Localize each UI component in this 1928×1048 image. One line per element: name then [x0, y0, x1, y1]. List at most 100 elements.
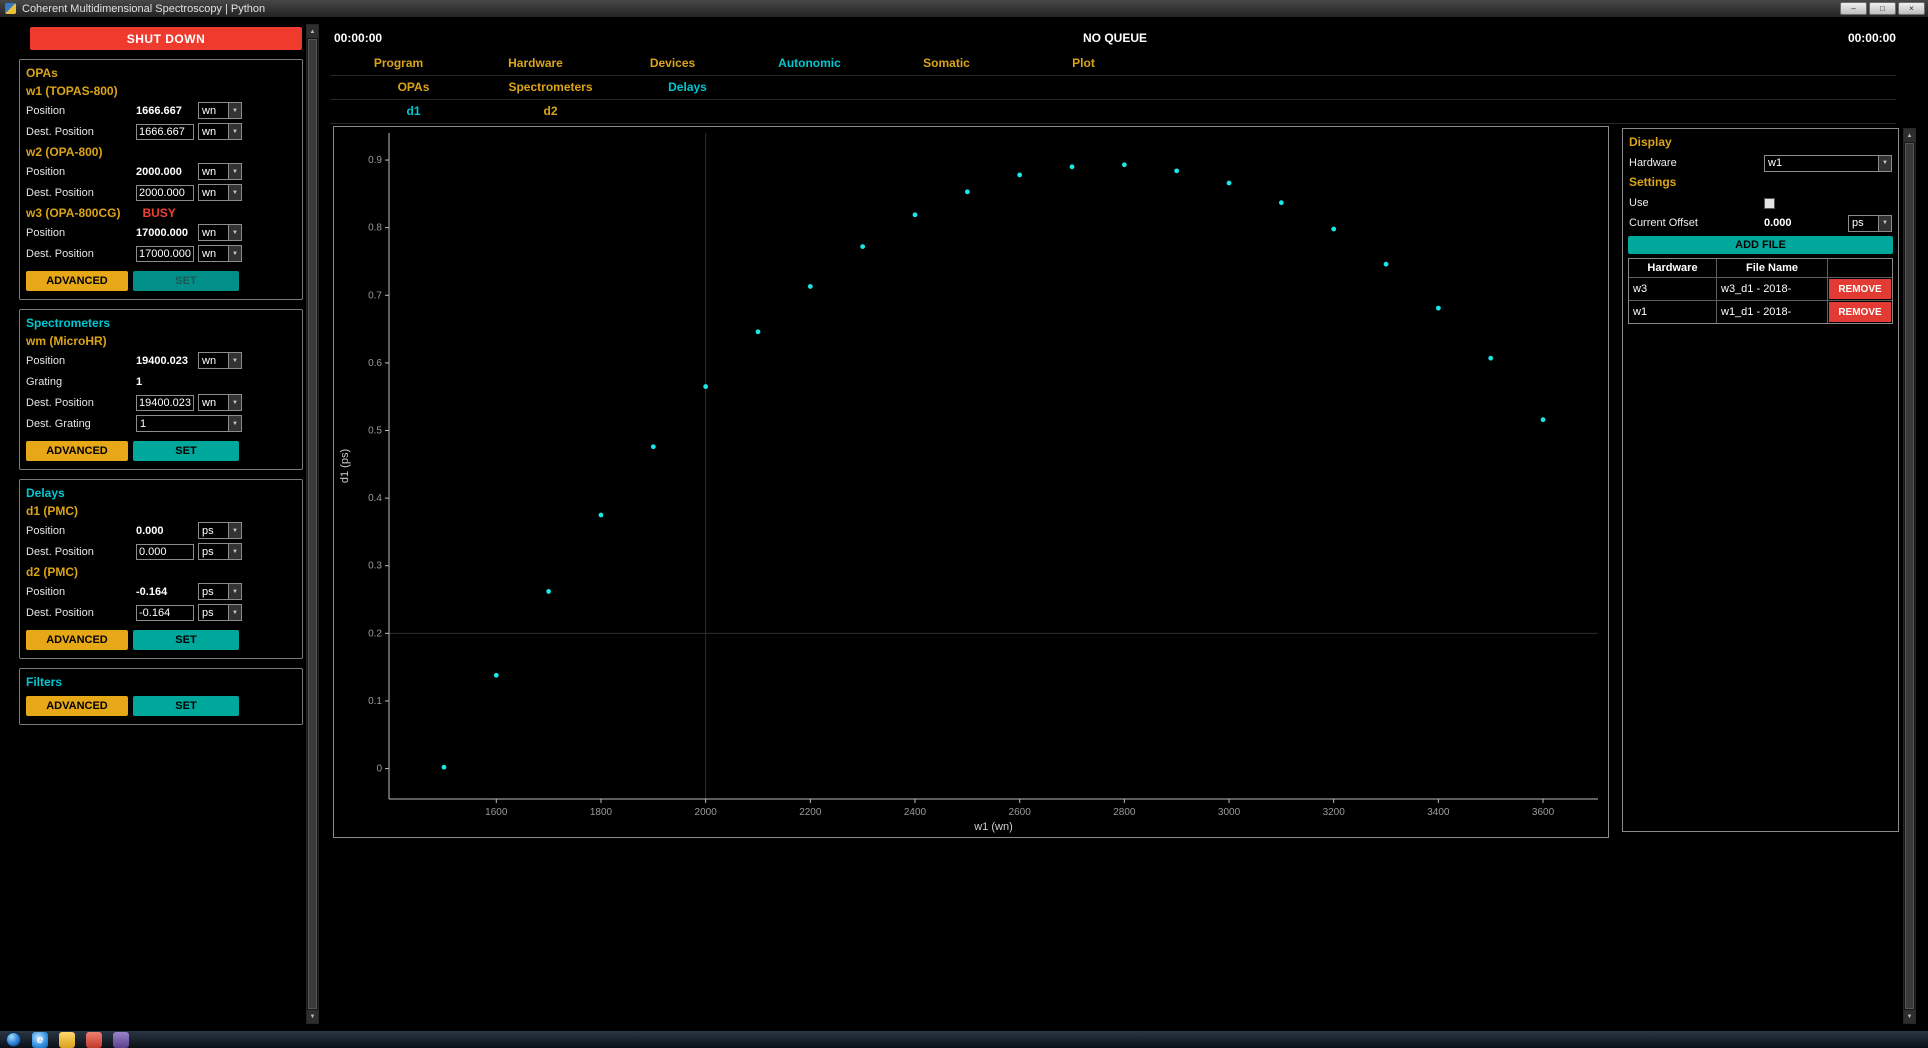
scroll-up-icon[interactable]: ▲	[1904, 129, 1915, 142]
tab-program[interactable]: Program	[330, 52, 467, 75]
x-tick-label: 3400	[1427, 807, 1450, 818]
unit-select-value: ps	[199, 544, 228, 559]
set-button-delays[interactable]: SET	[133, 630, 239, 650]
maximize-button[interactable]: □	[1869, 2, 1896, 15]
unit-select[interactable]: wn▼	[198, 184, 242, 201]
chevron-down-icon: ▼	[228, 246, 241, 261]
windows-explorer-icon[interactable]	[59, 1032, 75, 1048]
unit-select[interactable]: wn▼	[198, 352, 242, 369]
scrollbar-thumb[interactable]	[1905, 143, 1914, 1009]
field-row-d1-pmc-dest-position: Dest. Positionps▼	[26, 541, 296, 562]
scroll-down-icon[interactable]: ▼	[1904, 1010, 1915, 1023]
internet-explorer-icon[interactable]: e	[32, 1032, 48, 1048]
unit-select[interactable]: wn▼	[198, 123, 242, 140]
data-point	[1541, 417, 1546, 422]
unit-select[interactable]: wn▼	[198, 163, 242, 180]
panel-filters: FiltersADVANCEDSET	[19, 668, 303, 725]
unit-select-value: ps	[199, 584, 228, 599]
data-point	[1070, 164, 1075, 169]
x-tick-label: 3200	[1323, 807, 1346, 818]
start-button[interactable]	[6, 1032, 21, 1047]
current-offset-row: Current Offset 0.000 ps ▼	[1623, 213, 1898, 233]
add-file-button[interactable]: ADD FILE	[1628, 236, 1893, 254]
tab-somatic[interactable]: Somatic	[878, 52, 1015, 75]
data-point	[1331, 227, 1336, 232]
hardware-select-value: w1	[1765, 156, 1878, 171]
hardware-name-d1-pmc: d1 (PMC)	[26, 504, 296, 518]
tab-autonomic[interactable]: Autonomic	[741, 52, 878, 75]
field-input[interactable]	[136, 395, 194, 411]
field-select[interactable]: 1▼	[136, 415, 242, 432]
set-button-spectrometers[interactable]: SET	[133, 441, 239, 461]
data-point	[1436, 306, 1441, 311]
busy-status: BUSY	[142, 206, 175, 220]
tab-spectrometers[interactable]: Spectrometers	[482, 76, 619, 99]
media-app-icon[interactable]	[86, 1032, 102, 1048]
use-label: Use	[1629, 197, 1764, 209]
chevron-down-icon: ▼	[1878, 156, 1891, 171]
advanced-button-spectrometers[interactable]: ADVANCED	[26, 441, 128, 461]
main-scrollbar[interactable]: ▲ ▼	[1903, 128, 1916, 1024]
chevron-down-icon: ▼	[228, 416, 241, 431]
field-input[interactable]	[136, 605, 194, 621]
unit-select-value: wn	[199, 164, 228, 179]
chevron-down-icon: ▼	[228, 544, 241, 559]
remove-button[interactable]: REMOVE	[1829, 279, 1891, 299]
panel-opas: OPAsw1 (TOPAS-800)Position1666.667wn▼Des…	[19, 59, 303, 300]
field-row-w2-opa-800-dest-position: Dest. Positionwn▼	[26, 182, 296, 203]
tab-delays[interactable]: Delays	[619, 76, 756, 99]
hardware-label: Hardware	[1629, 157, 1764, 169]
scatter-plot[interactable]: 1600180020002200240026002800300032003400…	[334, 127, 1608, 837]
advanced-button-delays[interactable]: ADVANCED	[26, 630, 128, 650]
y-tick-label: 0.8	[368, 223, 382, 234]
advanced-button-opas[interactable]: ADVANCED	[26, 271, 128, 291]
field-row-d2-pmc-position: Position-0.164ps▼	[26, 581, 296, 602]
field-value: 17000.000	[136, 227, 198, 239]
offset-file-table: Hardware File Name w3w3_d1 - 2018-REMOVE…	[1628, 258, 1893, 324]
hardware-select[interactable]: w1 ▼	[1764, 155, 1892, 172]
unit-select[interactable]: wn▼	[198, 394, 242, 411]
chevron-down-icon: ▼	[228, 584, 241, 599]
offset-unit-select[interactable]: ps ▼	[1848, 215, 1892, 232]
unit-select[interactable]: ps▼	[198, 543, 242, 560]
use-checkbox[interactable]	[1764, 198, 1775, 209]
tab-d1[interactable]: d1	[345, 100, 482, 123]
title-bar: Coherent Multidimensional Spectroscopy |…	[0, 0, 1928, 17]
set-button-opas[interactable]: SET	[133, 271, 239, 291]
x-tick-label: 2600	[1009, 807, 1032, 818]
field-row-d2-pmc-dest-position: Dest. Positionps▼	[26, 602, 296, 623]
field-input[interactable]	[136, 544, 194, 560]
tab-plot[interactable]: Plot	[1015, 52, 1152, 75]
unit-select[interactable]: wn▼	[198, 102, 242, 119]
x-tick-label: 3000	[1218, 807, 1241, 818]
unit-select[interactable]: ps▼	[198, 522, 242, 539]
scroll-down-icon[interactable]: ▼	[307, 1010, 318, 1023]
scrollbar-thumb[interactable]	[308, 39, 317, 1009]
unit-select-value: ps	[199, 605, 228, 620]
unit-select[interactable]: wn▼	[198, 224, 242, 241]
shutdown-button[interactable]: SHUT DOWN	[30, 27, 302, 50]
field-input[interactable]	[136, 124, 194, 140]
field-input[interactable]	[136, 246, 194, 262]
unit-select[interactable]: ps▼	[198, 604, 242, 621]
hardware-name-wm-microhr: wm (MicroHR)	[26, 334, 296, 348]
tab-d2[interactable]: d2	[482, 100, 619, 123]
field-input[interactable]	[136, 185, 194, 201]
set-button-filters[interactable]: SET	[133, 696, 239, 716]
close-button[interactable]: ×	[1898, 2, 1925, 15]
unit-select[interactable]: ps▼	[198, 583, 242, 600]
current-offset-value: 0.000	[1764, 217, 1848, 229]
tab-devices[interactable]: Devices	[604, 52, 741, 75]
table-row[interactable]: w1w1_d1 - 2018-REMOVE	[1629, 301, 1892, 323]
tab-opas[interactable]: OPAs	[345, 76, 482, 99]
unit-select[interactable]: wn▼	[198, 245, 242, 262]
minimize-button[interactable]: –	[1840, 2, 1867, 15]
scroll-up-icon[interactable]: ▲	[307, 25, 318, 38]
table-row[interactable]: w3w3_d1 - 2018-REMOVE	[1629, 278, 1892, 301]
tab-hardware[interactable]: Hardware	[467, 52, 604, 75]
sidebar-scrollbar[interactable]: ▲ ▼	[306, 24, 319, 1024]
utility-app-icon[interactable]	[113, 1032, 129, 1048]
cell-hardware: w3	[1629, 278, 1717, 300]
remove-button[interactable]: REMOVE	[1829, 302, 1891, 322]
advanced-button-filters[interactable]: ADVANCED	[26, 696, 128, 716]
